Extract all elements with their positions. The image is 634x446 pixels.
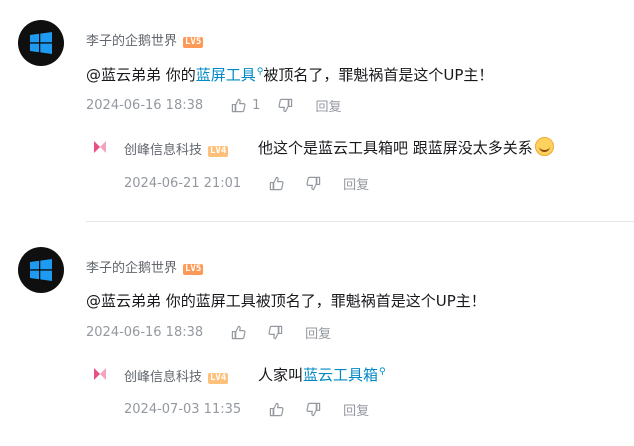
thumbs-down-icon [268,325,283,340]
level-badge: LV4 [208,146,229,157]
like-button[interactable] [231,98,246,113]
thumbs-up-icon [231,98,246,113]
dislike-button[interactable] [268,325,283,340]
reply-button[interactable]: 回复 [343,400,369,419]
reply-button[interactable]: 回复 [343,174,369,193]
like-button[interactable] [269,402,284,417]
thumbs-down-icon [306,176,321,191]
comment-meta: 2024-06-16 18:38 回复 [86,323,331,342]
avatar[interactable] [90,137,110,157]
search-link[interactable]: 蓝屏工具 [196,66,256,84]
thumbs-up-icon [269,176,284,191]
comment-text: @蓝云弟弟 你的蓝屏工具⚲被顶名了，罪魁祸首是这个UP主！ [86,66,494,84]
divider [86,221,634,222]
username[interactable]: 李子的企鹅世界 LV5 [86,257,204,276]
comment-meta: 2024-06-16 18:38 1 回复 [86,96,341,115]
avatar[interactable] [90,364,110,384]
reply-meta: 2024-07-03 11:35 回复 [124,400,369,419]
logo-icon [94,141,106,153]
logo-icon [94,368,106,380]
like-count: 1 [252,98,261,113]
level-badge: LV5 [183,264,204,275]
username[interactable]: 创峰信息科技 LV4 [124,366,229,385]
username[interactable]: 李子的企鹅世界 LV5 [86,30,204,49]
comment-text: @蓝云弟弟 你的蓝屏工具被顶名了，罪魁祸首是这个UP主！ [86,292,486,310]
username[interactable]: 创峰信息科技 LV4 [124,139,229,158]
thumbs-up-icon [231,325,246,340]
level-badge: LV5 [183,37,204,48]
avatar[interactable] [18,20,64,66]
reply-meta: 2024-06-21 21:01 回复 [124,174,369,193]
avatar[interactable] [18,247,64,293]
reply-button[interactable]: 回复 [315,96,341,115]
search-icon: ⚲ [379,367,386,377]
reply-date: 2024-06-21 21:01 [124,176,242,191]
comment-date: 2024-06-16 18:38 [86,98,204,113]
dislike-button[interactable] [306,176,321,191]
reply-button[interactable]: 回复 [305,323,331,342]
reply-text: 人家叫蓝云工具箱⚲ [258,366,386,384]
dislike-button[interactable] [306,402,321,417]
like-button[interactable] [231,325,246,340]
thumbs-down-icon [306,402,321,417]
windows-logo-icon [30,32,52,54]
dislike-button[interactable] [278,98,293,113]
emoji-icon [534,137,554,156]
level-badge: LV4 [208,373,229,384]
like-button[interactable] [269,176,284,191]
thumbs-down-icon [278,98,293,113]
search-link[interactable]: 蓝云工具箱 [303,366,378,384]
comment-date: 2024-06-16 18:38 [86,325,204,340]
thumbs-up-icon [269,402,284,417]
reply-date: 2024-07-03 11:35 [124,402,242,417]
reply-text: 他这个是蓝云工具箱吧 跟蓝屏没太多关系 [258,137,554,158]
windows-logo-icon [30,259,52,281]
